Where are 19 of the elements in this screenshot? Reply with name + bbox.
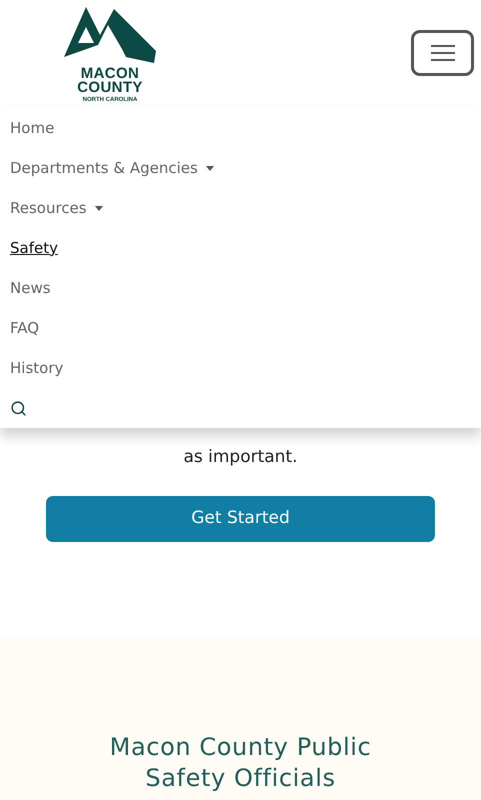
search-button[interactable] bbox=[10, 400, 27, 416]
mountain-logo-icon bbox=[64, 5, 156, 65]
logo-text: MACON bbox=[80, 67, 140, 81]
nav-link[interactable]: News bbox=[10, 276, 51, 300]
nav-link[interactable]: Safety bbox=[10, 236, 58, 260]
caret-icon bbox=[206, 166, 214, 170]
section-heading: Macon County Public bbox=[110, 732, 372, 763]
menu-button[interactable] bbox=[411, 30, 474, 76]
get-started-button[interactable]: Get Started bbox=[46, 496, 435, 542]
nav-link[interactable]: FAQ bbox=[10, 316, 40, 340]
nav-link[interactable]: History bbox=[10, 356, 64, 380]
nav-link[interactable]: Home bbox=[10, 116, 54, 140]
logo-text: COUNTY bbox=[77, 81, 143, 95]
nav-dropdown[interactable]: Departments & Agencies bbox=[10, 156, 214, 180]
caret-icon bbox=[94, 206, 103, 210]
nav-dropdown[interactable]: Resources bbox=[10, 196, 103, 220]
section-heading: Safety Officials bbox=[145, 763, 336, 794]
intro-text: as important. bbox=[183, 446, 298, 469]
menu-icon bbox=[430, 44, 454, 62]
